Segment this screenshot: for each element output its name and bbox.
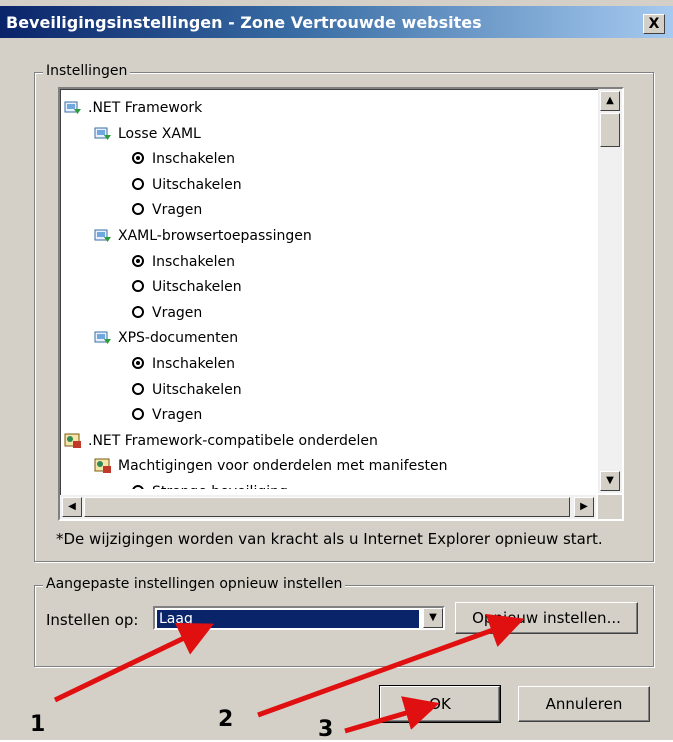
annotation-marker-3: 3 [318,717,334,742]
net-settings-icon [94,126,112,142]
setting-label: Inschakelen [152,151,236,168]
reset-button[interactable]: Opnieuw instellen... [455,602,638,634]
annotation-marker-2: 2 [218,707,234,732]
scroll-down-button[interactable]: ▼ [600,471,620,491]
setting-label: Vragen [152,304,203,321]
settings-list[interactable]: .NET Framework Losse XAML Inschakelen Uitsc… [58,87,624,521]
radio-empty-icon[interactable] [132,305,144,318]
radio-selected-icon[interactable] [132,357,144,369]
security-settings-dialog: Beveiligingsinstellingen - Zone Vertrouw… [0,0,673,740]
settings-list-content: .NET Framework Losse XAML Inschakelen Uitsc… [60,89,596,489]
certificate-icon [94,458,112,474]
window-title: Beveiligingsinstellingen - Zone Vertrouw… [6,13,482,32]
scroll-right-button[interactable]: ▶ [574,497,594,517]
setting-label: XAML-browsertoepassingen [118,228,312,244]
annotation-marker-1: 1 [30,712,46,737]
security-level-select[interactable]: Laag ▼ [153,606,445,630]
chevron-down-icon[interactable]: ▼ [423,608,443,628]
restart-note: *De wijzigingen worden van kracht als u … [56,530,603,548]
radio-empty-icon[interactable] [132,177,144,190]
scroll-corner [598,495,622,519]
net-settings-icon [94,330,112,346]
horizontal-scroll-thumb[interactable] [84,497,570,517]
security-level-value: Laag [156,609,420,629]
setting-label: Vragen [152,202,203,219]
net-settings-icon [94,228,112,244]
ok-button[interactable]: OK [379,685,501,723]
scroll-up-button[interactable]: ▲ [600,91,620,111]
setting-label: Inschakelen [152,356,236,372]
radio-empty-icon[interactable] [132,408,144,421]
setting-label: Machtigingen voor onderdelen met manifes… [118,458,448,475]
vertical-scrollbar[interactable]: ▲ ▼ [598,89,622,493]
scroll-left-button[interactable]: ◀ [62,497,82,517]
setting-label: Uitschakelen [152,381,242,398]
settings-group-label: Instellingen [43,63,131,79]
setting-label: Uitschakelen [152,279,242,296]
close-button[interactable]: X [643,14,665,34]
set-to-label: Instellen op: [46,611,139,629]
setting-label: Inschakelen [152,253,236,270]
setting-label: Vragen [152,407,203,424]
certificate-icon [64,433,82,449]
radio-empty-icon[interactable] [132,382,144,395]
cancel-button[interactable]: Annuleren [518,686,650,722]
scroll-thumb[interactable] [600,113,620,147]
radio-empty-icon[interactable] [132,280,144,293]
radio-selected-icon[interactable] [132,254,144,267]
setting-label: Uitschakelen [152,176,242,193]
setting-label: .NET Framework [88,100,203,116]
radio-selected-icon[interactable] [132,152,144,165]
setting-label: Losse XAML [118,125,201,142]
horizontal-scrollbar[interactable]: ◀ ▶ [60,495,596,519]
setting-label: XPS-documenten [118,330,239,347]
radio-selected-icon[interactable] [132,485,144,489]
setting-label: .NET Framework-compatibele onderdelen [88,432,378,449]
title-bar[interactable]: Beveiligingsinstellingen - Zone Vertrouw… [0,6,673,38]
setting-label: Strenge beveiliging [152,481,288,489]
net-settings-icon [64,100,82,116]
reset-group-label: Aangepaste instellingen opnieuw instelle… [43,576,346,592]
radio-empty-icon[interactable] [132,203,144,216]
